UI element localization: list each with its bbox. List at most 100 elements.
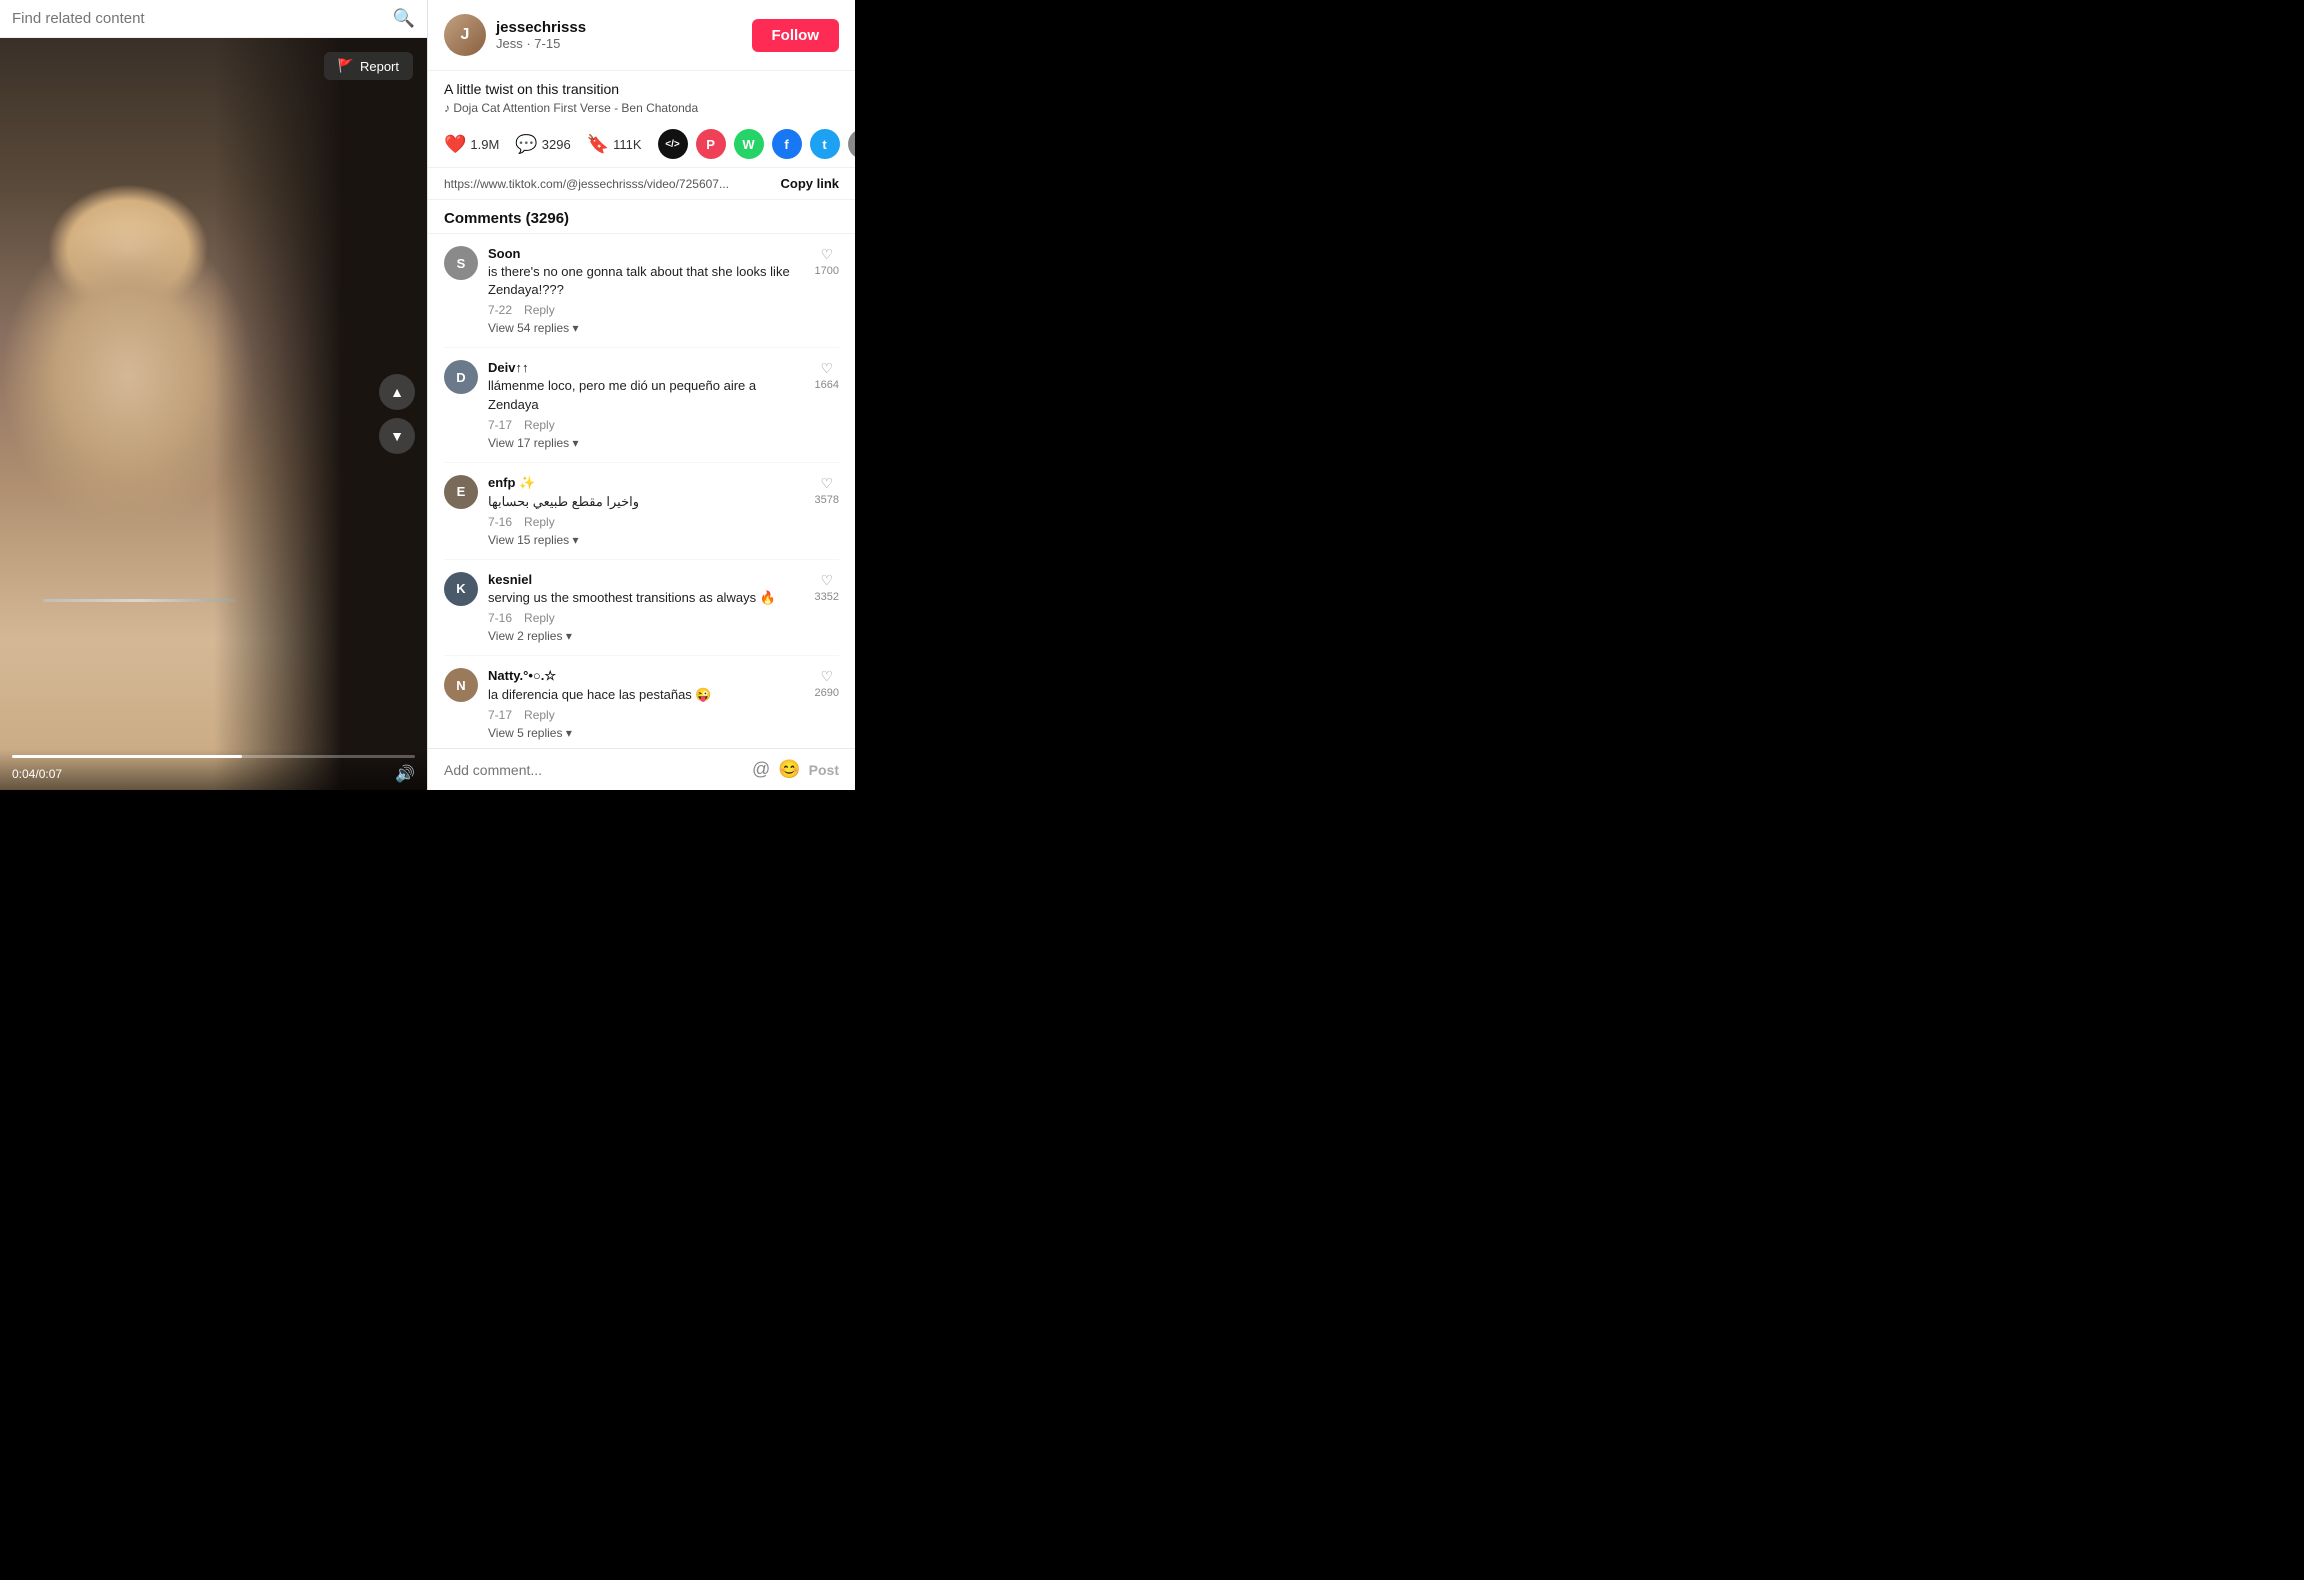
comment-username: kesniel: [488, 572, 805, 587]
pocket-button[interactable]: P: [696, 129, 726, 159]
reply-button[interactable]: Reply: [524, 611, 555, 625]
comment-item: N Natty.°•○.☆ la diferencia que hace las…: [444, 656, 839, 748]
mention-button[interactable]: @: [752, 759, 770, 780]
chevron-down-icon: ▼: [390, 428, 404, 444]
comment-meta: 7-16 Reply: [488, 611, 805, 625]
twitter-button[interactable]: t: [810, 129, 840, 159]
nav-down-button[interactable]: ▼: [379, 418, 415, 454]
whatsapp-button[interactable]: W: [734, 129, 764, 159]
comment-body: kesniel serving us the smoothest transit…: [488, 572, 805, 643]
search-input[interactable]: [12, 10, 385, 27]
video-time: 0:04/0:07: [12, 767, 62, 781]
view-replies-button[interactable]: View 17 replies ▾: [488, 436, 805, 450]
share-link: https://www.tiktok.com/@jessechrisss/vid…: [444, 177, 770, 191]
reply-button[interactable]: Reply: [524, 708, 555, 722]
progress-bar[interactable]: [12, 755, 415, 758]
emoji-button[interactable]: 😊: [778, 759, 800, 780]
add-comment-input[interactable]: [444, 762, 744, 778]
comment-like-button[interactable]: ♡ 2690: [815, 668, 839, 699]
comment-username: Natty.°•○.☆: [488, 668, 805, 684]
reply-button[interactable]: Reply: [524, 303, 555, 317]
comment-top: D Deiv↑↑ llámenme loco, pero me dió un p…: [444, 360, 839, 449]
comment-top: E enfp ✨ واخيرا مقطع طبيعي بحسابها 7-16 …: [444, 475, 839, 547]
comment-heart-icon: ♡: [820, 360, 833, 377]
action-bar: ❤️ 1.9M 💬 3296 🔖 111K </> P W f t →: [428, 121, 855, 168]
comment-like-count: 3578: [815, 494, 839, 506]
comment-text: is there's no one gonna talk about that …: [488, 263, 805, 299]
comment-top: S Soon is there's no one gonna talk abou…: [444, 246, 839, 335]
embed-button[interactable]: </>: [658, 129, 688, 159]
comment-like-count: 2690: [815, 687, 839, 699]
comment-heart-icon: ♡: [820, 475, 833, 492]
view-replies-button[interactable]: View 54 replies ▾: [488, 321, 805, 335]
comment-like-button[interactable]: ♡ 1700: [815, 246, 839, 277]
username: jessechrisss: [496, 19, 742, 36]
search-icon[interactable]: 🔍: [393, 8, 415, 29]
report-icon: 🚩: [338, 58, 354, 74]
comment-meta: 7-17 Reply: [488, 418, 805, 432]
comment-item: E enfp ✨ واخيرا مقطع طبيعي بحسابها 7-16 …: [444, 463, 839, 560]
comment-like-button[interactable]: ♡ 3578: [815, 475, 839, 506]
comment-text: la diferencia que hace las pestañas 😜: [488, 686, 805, 704]
comment-like-button[interactable]: ♡ 3352: [815, 572, 839, 603]
navigation-arrows: ▲ ▼: [379, 374, 415, 454]
view-replies-button[interactable]: View 15 replies ▾: [488, 533, 805, 547]
comment-item: D Deiv↑↑ llámenme loco, pero me dió un p…: [444, 348, 839, 462]
volume-icon[interactable]: 🔊: [395, 764, 415, 784]
comment-avatar: E: [444, 475, 478, 509]
heart-icon: ❤️: [444, 134, 466, 155]
follow-button[interactable]: Follow: [752, 19, 840, 52]
post-comment-button[interactable]: Post: [809, 762, 839, 778]
comment-icon: 💬: [515, 134, 537, 155]
like-action[interactable]: ❤️ 1.9M: [444, 134, 499, 155]
comment-meta: 7-22 Reply: [488, 303, 805, 317]
comment-text: serving us the smoothest transitions as …: [488, 589, 805, 607]
more-share-button[interactable]: →: [848, 129, 855, 159]
comments-list: S Soon is there's no one gonna talk abou…: [428, 234, 855, 748]
post-title: A little twist on this transition: [444, 81, 839, 97]
profile-info: jessechrisss Jess · 7-15: [496, 19, 742, 51]
comment-avatar: K: [444, 572, 478, 606]
comment-avatar: N: [444, 668, 478, 702]
reply-button[interactable]: Reply: [524, 515, 555, 529]
comment-like-button[interactable]: ♡ 1664: [815, 360, 839, 391]
report-button[interactable]: 🚩 Report: [324, 52, 413, 80]
comment-body: Natty.°•○.☆ la diferencia que hace las p…: [488, 668, 805, 740]
comment-count: 3296: [542, 137, 571, 152]
bookmark-action[interactable]: 🔖 111K: [587, 134, 642, 155]
comment-heart-icon: ♡: [820, 572, 833, 589]
post-description: A little twist on this transition ♪ Doja…: [428, 71, 855, 121]
view-replies-button[interactable]: View 5 replies ▾: [488, 726, 805, 740]
comment-actions: @ 😊 Post: [752, 759, 839, 780]
reply-button[interactable]: Reply: [524, 418, 555, 432]
nav-up-button[interactable]: ▲: [379, 374, 415, 410]
link-bar: https://www.tiktok.com/@jessechrisss/vid…: [428, 168, 855, 200]
comment-item: K kesniel serving us the smoothest trans…: [444, 560, 839, 656]
bookmark-count: 111K: [613, 137, 641, 152]
comment-date: 7-22: [488, 303, 512, 317]
report-label: Report: [360, 59, 399, 74]
avatar: J: [444, 14, 486, 56]
user-handle: Jess · 7-15: [496, 36, 742, 51]
comment-date: 7-17: [488, 418, 512, 432]
comment-like-count: 3352: [815, 591, 839, 603]
video-controls: 0:04/0:07 🔊: [0, 749, 427, 790]
facebook-button[interactable]: f: [772, 129, 802, 159]
comment-avatar: S: [444, 246, 478, 280]
comment-date: 7-17: [488, 708, 512, 722]
video-background: [0, 38, 427, 790]
profile-header: J jessechrisss Jess · 7-15 Follow: [428, 0, 855, 71]
chevron-up-icon: ▲: [390, 384, 404, 400]
right-panel: J jessechrisss Jess · 7-15 Follow A litt…: [427, 0, 855, 790]
comment-action[interactable]: 💬 3296: [515, 134, 570, 155]
glasses-detail: [43, 599, 235, 602]
left-panel: 🔍 🚩 Report ▲ ▼: [0, 0, 427, 790]
video-container: 🚩 Report ▲ ▼ 0:04/0:07 🔊: [0, 38, 427, 790]
comment-text: llámenme loco, pero me dió un pequeño ai…: [488, 377, 805, 413]
comment-meta: 7-17 Reply: [488, 708, 805, 722]
view-replies-button[interactable]: View 2 replies ▾: [488, 629, 805, 643]
comment-username: Deiv↑↑: [488, 360, 805, 375]
comments-header: Comments (3296): [428, 200, 855, 234]
comment-top: K kesniel serving us the smoothest trans…: [444, 572, 839, 643]
copy-link-button[interactable]: Copy link: [780, 176, 839, 191]
